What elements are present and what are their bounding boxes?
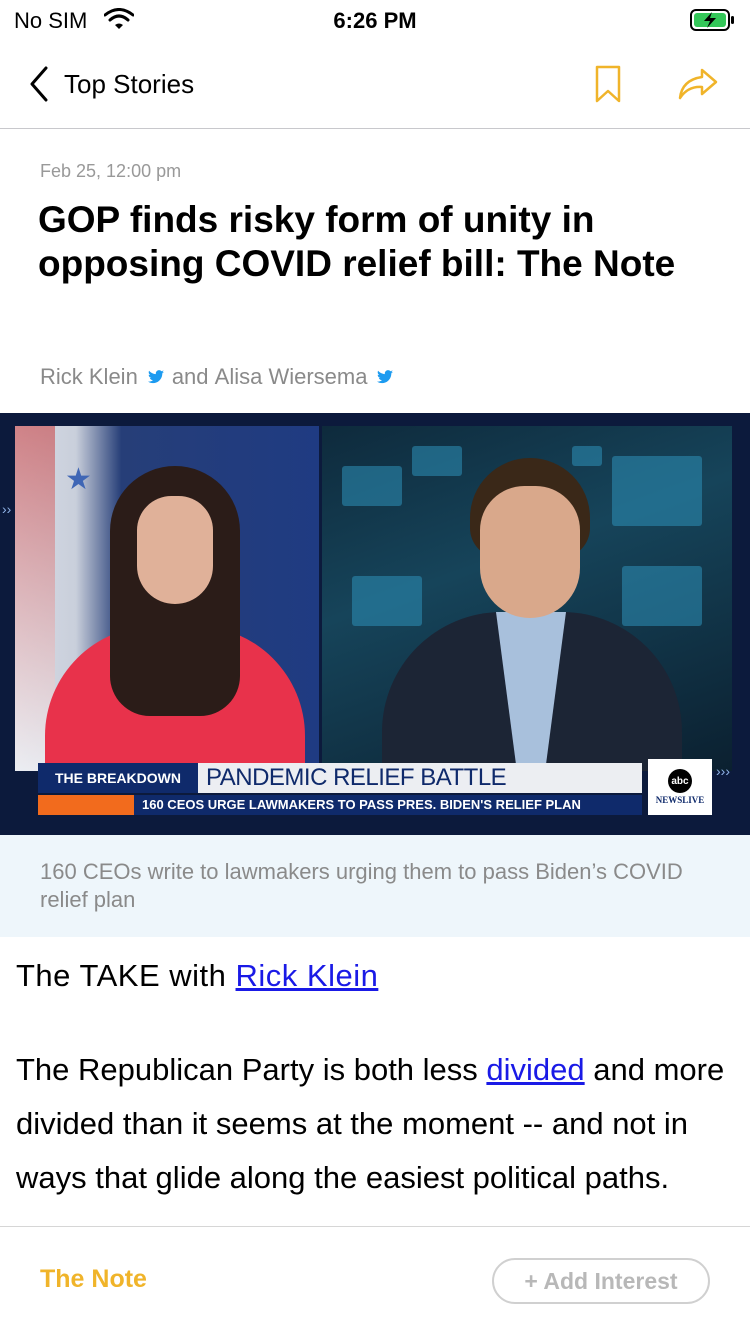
chevron-left-icon — [30, 66, 48, 102]
twitter-icon[interactable] — [147, 370, 164, 384]
status-bar: No SIM 6:26 PM — [0, 0, 750, 40]
article-body-viewport: The Republican Party is both less divide… — [0, 1043, 750, 1226]
lower-third-subtitle: 160 CEOS URGE LAWMAKERS TO PASS PRES. BI… — [134, 795, 642, 815]
chevron-right-icon: ›› — [2, 501, 12, 517]
chevron-right-icon: ››› — [716, 763, 730, 779]
abc-logo: abc — [668, 769, 692, 793]
byline-joiner: and — [171, 364, 209, 389]
bookmark-icon[interactable] — [592, 64, 624, 104]
lower-third-tag: THE BREAKDOWN — [38, 763, 198, 793]
topic-tag-link[interactable]: The Note — [40, 1265, 147, 1294]
author-link[interactable]: Rick Klein — [40, 364, 138, 390]
lower-third-title: PANDEMIC RELIEF BATTLE — [198, 763, 642, 793]
star-icon: ★ — [65, 463, 92, 496]
take-author-link[interactable]: Rick Klein — [236, 958, 379, 993]
twitter-icon[interactable] — [377, 370, 394, 384]
video-caption: 160 CEOs write to lawmakers urging them … — [0, 835, 750, 937]
share-icon[interactable] — [676, 66, 720, 102]
back-button-label: Top Stories — [64, 68, 195, 99]
video-player[interactable]: ★ ›› ››› THE BREAKDOWN PANDEMIC RELIEF B… — [0, 413, 750, 835]
author-link[interactable]: Alisa Wiersema — [215, 364, 368, 390]
network-badge: abc NEWSLIVE — [648, 759, 712, 815]
take-prefix: The TAKE with — [16, 958, 227, 993]
back-button[interactable]: Top Stories — [28, 64, 194, 104]
inline-link[interactable]: divided — [486, 1052, 584, 1087]
battery-charging-icon — [690, 9, 734, 31]
article-headline: GOP finds risky form of unity in opposin… — [38, 199, 676, 284]
status-time: 6:26 PM — [333, 8, 417, 33]
take-heading: The TAKE with Rick Klein — [16, 958, 378, 994]
article-body-paragraph: The Republican Party is both less divide… — [16, 1052, 725, 1195]
article-date: Feb 25, 12:00 pm — [40, 161, 182, 181]
byline: Rick Klein and Alisa Wiersema — [40, 364, 401, 390]
video-lower-third: THE BREAKDOWN PANDEMIC RELIEF BATTLE 160… — [38, 763, 642, 817]
nav-bar: Top Stories — [0, 40, 750, 129]
add-interest-button[interactable]: + Add Interest — [492, 1258, 710, 1304]
bottom-bar: The Note + Add Interest — [0, 1226, 750, 1334]
video-guest-panel — [322, 426, 732, 771]
network-label: NEWSLIVE — [655, 795, 705, 805]
video-anchor-panel: ★ — [15, 426, 319, 771]
